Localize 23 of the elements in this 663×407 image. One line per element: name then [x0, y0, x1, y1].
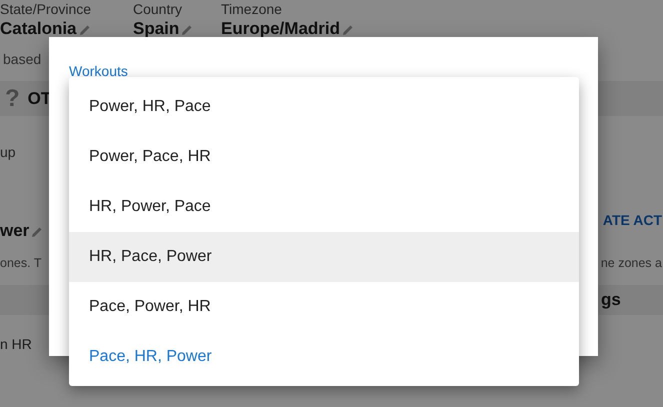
row-label: up: [0, 144, 16, 160]
description-text: based: [2, 51, 42, 68]
table-row-label: n HR: [0, 336, 32, 352]
section-title: OT: [28, 88, 52, 108]
menu-option[interactable]: HR, Power, Pace: [69, 182, 579, 232]
setting-value: wer: [0, 220, 30, 242]
menu-option[interactable]: Power, Pace, HR: [69, 132, 579, 182]
field-label: Workouts: [69, 63, 128, 79]
table-header: gs: [601, 290, 621, 310]
menu-option[interactable]: Pace, Power, HR: [69, 282, 579, 332]
menu-option[interactable]: HR, Pace, Power: [69, 232, 579, 282]
menu-option[interactable]: Power, HR, Pace: [69, 82, 579, 132]
menu-option[interactable]: Pace, HR, Power: [69, 332, 579, 382]
setting-note: ones. T: [0, 256, 42, 270]
field-value: Catalonia: [0, 18, 77, 40]
field-value: Spain: [133, 18, 180, 40]
pencil-icon[interactable]: [31, 226, 44, 238]
field-label: Timezone: [221, 1, 283, 18]
field-label: Country: [133, 1, 184, 18]
help-glyph: ?: [5, 84, 20, 112]
field-value: Europe/Madrid: [221, 18, 340, 40]
field-label: State/Province: [0, 1, 92, 18]
setting-note: ne zones a: [600, 256, 662, 270]
